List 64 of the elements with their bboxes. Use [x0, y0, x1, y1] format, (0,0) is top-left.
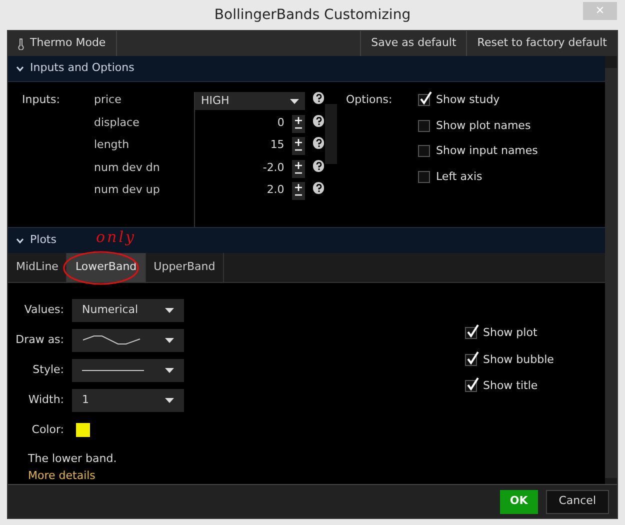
price-dropdown[interactable]: HIGH — [195, 92, 306, 110]
section-header[interactable]: Inputs and Options — [8, 56, 605, 82]
caret-icon — [165, 308, 174, 312]
help-icon[interactable] — [313, 160, 324, 172]
checkbox[interactable] — [418, 94, 430, 106]
curve-icon — [82, 334, 142, 346]
field-label: Color: — [30, 422, 65, 438]
checkbox-option[interactable]: Show bubble — [465, 352, 554, 368]
checkbox[interactable] — [418, 145, 430, 158]
checkbox-option[interactable]: Left axis — [418, 168, 538, 185]
plot-dropdown[interactable]: 1 — [72, 388, 184, 412]
scrollbar[interactable] — [325, 104, 337, 164]
caret-icon — [165, 338, 174, 342]
caret-icon — [165, 368, 174, 372]
checkbox-option[interactable]: Show plot — [465, 325, 554, 342]
plot-dropdown[interactable] — [72, 358, 184, 382]
plot-description: The lower band. — [27, 451, 118, 467]
field-label: Width: — [27, 392, 65, 408]
field-label: Style: — [32, 362, 65, 378]
stepper[interactable] — [292, 160, 306, 178]
help-icon[interactable] — [313, 182, 324, 194]
checkbox-option[interactable]: Show study — [418, 92, 538, 108]
ok-button[interactable]: OK — [500, 490, 538, 514]
window-title: BollingerBands Customizing — [214, 6, 411, 24]
help-icon[interactable] — [313, 137, 324, 149]
field-label: Values: — [23, 302, 65, 318]
stepper[interactable] — [292, 182, 306, 200]
stepper[interactable] — [292, 114, 306, 132]
number-field[interactable]: 2.0 — [195, 182, 284, 198]
input-name: price — [93, 92, 122, 108]
options-label: Options: — [345, 92, 394, 108]
help-icon[interactable] — [313, 92, 324, 104]
number-field[interactable]: 0 — [195, 114, 284, 131]
more-details-link[interactable]: More details — [8, 468, 408, 484]
number-field[interactable]: -2.0 — [195, 160, 284, 176]
scrollbar-thumb[interactable] — [605, 68, 617, 478]
input-name: displace — [93, 114, 140, 130]
checkbox-option[interactable]: Show input names — [418, 143, 538, 160]
checkbox[interactable] — [465, 327, 477, 340]
checkbox-option[interactable]: Show plot names — [418, 118, 538, 134]
thermometer-icon — [18, 38, 24, 50]
line-icon — [82, 368, 144, 372]
caret-icon — [290, 98, 300, 104]
color-swatch[interactable] — [76, 423, 90, 437]
help-icon[interactable] — [313, 114, 324, 126]
inputs-label: Inputs: — [21, 92, 61, 108]
field-label: Draw as: — [14, 332, 65, 348]
handwritten-note: only — [96, 227, 136, 248]
cancel-button[interactable]: Cancel — [546, 490, 609, 514]
input-name: num dev up — [93, 182, 161, 198]
input-name: length — [93, 137, 130, 153]
number-field[interactable]: 15 — [195, 137, 284, 154]
checkbox-option[interactable]: Show title — [465, 378, 554, 394]
checkbox[interactable] — [465, 354, 477, 366]
plot-dropdown[interactable] — [72, 328, 184, 352]
caret-icon — [165, 398, 174, 402]
checkbox[interactable] — [418, 170, 430, 183]
input-name: num dev dn — [93, 160, 161, 176]
checkbox[interactable] — [418, 120, 430, 132]
plot-tab[interactable]: UpperBand — [146, 253, 224, 282]
plot-dropdown[interactable]: Numerical — [72, 298, 184, 322]
section-header[interactable]: Plots only — [8, 227, 605, 253]
checkbox[interactable] — [465, 380, 477, 392]
stepper[interactable] — [292, 137, 306, 155]
